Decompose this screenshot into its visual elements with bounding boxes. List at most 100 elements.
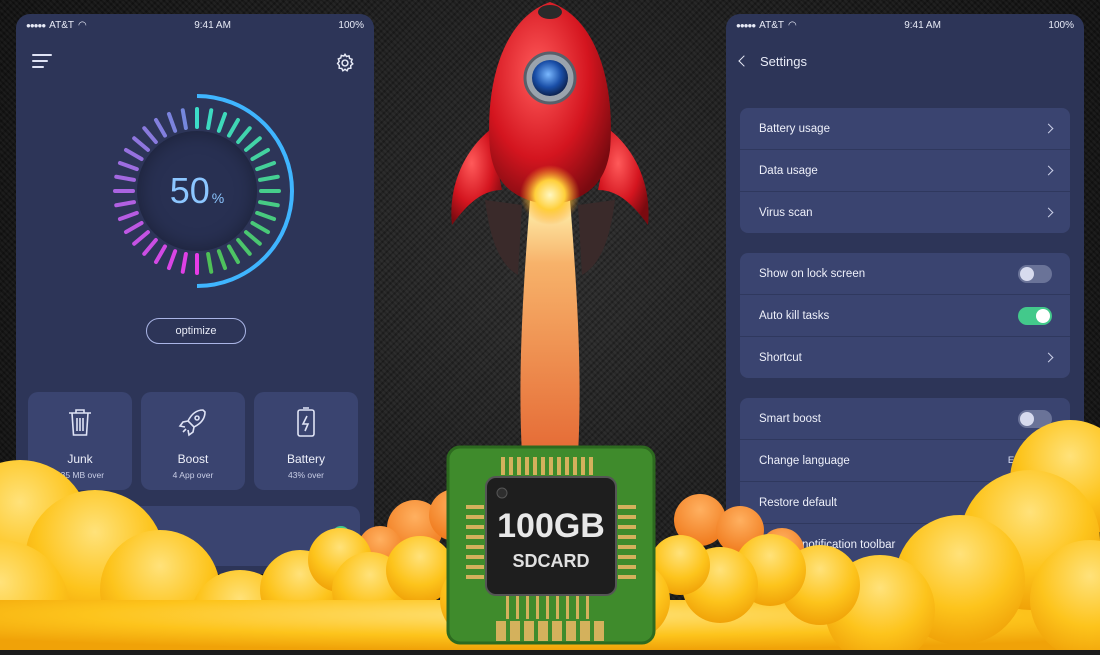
battery-status: 100% [338, 19, 364, 31]
rocket-icon [178, 409, 206, 437]
gauge-tick [166, 249, 178, 271]
lock-screen-toggle[interactable] [1018, 264, 1052, 283]
gauge-tick [132, 136, 150, 152]
junk-title: Junk [67, 452, 93, 466]
settings-screen: ●●●●● AT&T ◠ 9:41 AM 100% Settings Battery… [726, 14, 1084, 574]
menu-icon[interactable] [32, 54, 52, 68]
row-notification-toolbar[interactable]: notification toolbar [740, 524, 1070, 565]
wifi-icon: ◠ [788, 19, 797, 31]
gauge-tick [244, 136, 262, 152]
gauge-tick [255, 160, 277, 172]
gauge-tick [244, 230, 262, 246]
row-label: Data usage [759, 164, 818, 177]
status-bar: ●●●●● AT&T ◠ 9:41 AM 100% [726, 14, 1084, 36]
row-label: Auto kill tasks [759, 309, 830, 322]
row-label: Virus scan [759, 206, 813, 219]
row-label: Change language [759, 454, 850, 467]
row-auto-kill-tasks: Auto kill tasks [740, 295, 1070, 337]
sdcard-chip: 100GB SDCARD [446, 445, 656, 645]
signal-icon: ●●●●● [736, 20, 756, 30]
back-chevron-icon[interactable] [738, 55, 750, 67]
battery-status: 100% [1048, 19, 1074, 31]
battery-card[interactable]: Battery 43% over [254, 392, 358, 490]
exhaust-flame [520, 200, 580, 455]
gauge-tick [206, 252, 214, 274]
gauge-tick [117, 160, 139, 172]
trash-item[interactable]: trash e by clearing trash [28, 506, 360, 566]
chevron-right-icon [1043, 455, 1054, 466]
gear-icon[interactable] [334, 52, 356, 74]
auto-kill-toggle[interactable] [1018, 306, 1052, 325]
boost-title: Boost [177, 452, 209, 466]
gauge-tick [206, 108, 214, 130]
settings-group-behavior: Show on lock screen Auto kill tasks Shor… [740, 253, 1070, 378]
status-bar: ●●●●● AT&T ◠ 9:41 AM 100% [16, 14, 374, 36]
status-time: 9:41 AM [904, 19, 941, 31]
junk-card[interactable]: Junk 435 MB over [28, 392, 132, 490]
row-restore-default[interactable]: Restore default [740, 482, 1070, 524]
boost-sub: 4 App over [172, 470, 214, 480]
sdcard-label: SDCARD [512, 551, 589, 571]
signal-icon: ●●●●● [26, 20, 46, 30]
gauge-tick [123, 148, 144, 161]
rocket-window [532, 60, 568, 96]
row-virus-scan[interactable]: Virus scan [740, 192, 1070, 233]
gauge-tick [216, 111, 228, 133]
row-label: Battery usage [759, 122, 830, 135]
gauge-tick [255, 210, 277, 222]
settings-group-misc: Smart boost Change language English Resto… [740, 398, 1070, 565]
cleaner-app-screen: ●●●●● AT&T ◠ 9:41 AM 100% 50% optimize Jun… [16, 14, 374, 574]
carrier-label: AT&T [759, 19, 784, 31]
gauge-tick [117, 210, 139, 222]
gauge-tick [180, 108, 188, 130]
gauge-tick [142, 126, 158, 144]
row-show-on-lock-screen: Show on lock screen [740, 253, 1070, 295]
left-booster [485, 200, 522, 275]
gauge-tick [236, 238, 252, 256]
row-label: notification toolbar [802, 538, 896, 551]
gauge-tick [123, 221, 144, 234]
gauge-tick [180, 252, 188, 274]
gauge-tick [227, 244, 240, 265]
boost-card[interactable]: Boost 4 App over [141, 392, 245, 490]
row-shortcut[interactable]: Shortcut [740, 337, 1070, 378]
gauge-tick [236, 126, 252, 144]
gauge-value: 50% [92, 170, 302, 212]
check-icon [332, 526, 350, 544]
battery-sub: 43% over [288, 470, 324, 480]
gauge-tick [227, 117, 240, 138]
row-label: Restore default [759, 496, 837, 509]
smart-boost-toggle[interactable] [1018, 409, 1052, 428]
gauge-tick [154, 244, 167, 265]
row-data-usage[interactable]: Data usage [740, 150, 1070, 192]
trash-icon [69, 409, 91, 436]
carrier-label: AT&T [49, 19, 74, 31]
gauge-number: 50 [169, 170, 210, 211]
gauge-tick [166, 111, 178, 133]
rocket-tip [538, 5, 562, 19]
engine-glow [520, 165, 580, 225]
row-label: Shortcut [759, 351, 802, 364]
gauge-tick [142, 238, 158, 256]
chevron-right-icon [1043, 165, 1054, 176]
settings-group-usage: Battery usage Data usage Virus scan [740, 108, 1070, 233]
row-battery-usage[interactable]: Battery usage [740, 108, 1070, 150]
row-label: Show on lock screen [759, 267, 866, 280]
right-booster [578, 200, 615, 275]
gauge-tick [250, 148, 271, 161]
chevron-right-icon [1043, 123, 1054, 134]
trash-title: trash [84, 522, 109, 534]
row-smart-boost: Smart boost [740, 398, 1070, 440]
row-label: Smart boost [759, 412, 821, 425]
sdcard-capacity: 100GB [497, 507, 605, 545]
wifi-icon: ◠ [78, 19, 87, 31]
battery-title: Battery [286, 452, 325, 466]
trash-sub: e by clearing trash [84, 540, 158, 550]
gauge-unit: % [211, 190, 225, 206]
memory-gauge: 50% [92, 86, 302, 296]
junk-sub: 435 MB over [55, 470, 105, 480]
battery-icon [297, 407, 315, 437]
optimize-button[interactable]: optimize [146, 318, 246, 344]
row-change-language[interactable]: Change language English [740, 440, 1070, 482]
rocket-sdcard-illustration: 100GB SDCARD [430, 0, 670, 650]
